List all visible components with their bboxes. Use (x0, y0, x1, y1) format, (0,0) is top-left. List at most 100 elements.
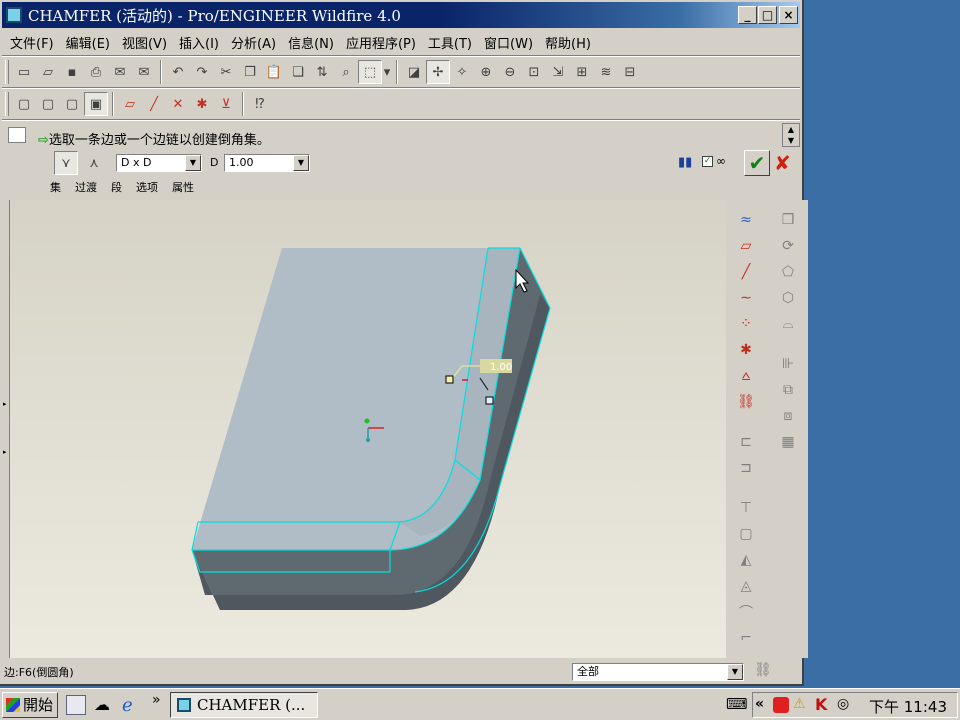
pattern-icon[interactable]: ⊏ (732, 430, 760, 454)
menu-analysis[interactable]: 分析(A) (225, 33, 282, 52)
wireframe-icon[interactable]: ▢ (12, 92, 36, 116)
left-sash[interactable]: ▸ ▸ (2, 200, 10, 658)
edge-chamfer-icon[interactable]: ⋎ (54, 151, 78, 175)
task-button-chamfer[interactable]: CHAMFER (... (170, 692, 318, 718)
close-button[interactable]: × (779, 6, 798, 24)
context-help-icon[interactable]: ⁉ (248, 92, 272, 116)
dropdown-arrow-icon[interactable]: ▾ (382, 60, 392, 84)
layers-icon[interactable]: ≋ (594, 60, 618, 84)
chain-icon[interactable]: ⛓ (732, 390, 760, 414)
paste-icon[interactable]: 📋 (262, 60, 286, 84)
chevron-down-icon[interactable]: ▼ (293, 155, 309, 171)
cut-icon[interactable]: ✂ (214, 60, 238, 84)
tab-options[interactable]: 选项 (136, 179, 158, 195)
new-file-icon[interactable]: ▭ (12, 60, 36, 84)
tab-transitions[interactable]: 过渡 (75, 179, 97, 195)
menu-insert[interactable]: 插入(I) (173, 33, 225, 52)
rib-icon[interactable]: ◭ (732, 548, 760, 572)
offset-icon[interactable]: ⧈ (774, 404, 802, 428)
find-icon[interactable]: ⌕ (334, 60, 358, 84)
show-desktop-icon[interactable] (66, 695, 86, 715)
maximize-button[interactable]: □ (758, 6, 777, 24)
coordinate-system-icon[interactable]: ✱ (732, 338, 760, 362)
send-mail-icon[interactable]: ✉ (108, 60, 132, 84)
preview-checkbox[interactable]: ✓ (702, 156, 713, 167)
save-icon[interactable]: ▪ (60, 60, 84, 84)
menu-view[interactable]: 视图(V) (116, 33, 173, 52)
selection-filter-select[interactable]: 全部 ▼ (572, 663, 744, 681)
selection-box-icon[interactable]: ⬚ (358, 60, 382, 84)
shell-icon[interactable]: ▢ (732, 522, 760, 546)
hidden-line-icon[interactable]: ▢ (36, 92, 60, 116)
pause-icon[interactable]: ▮▮ (678, 155, 692, 170)
warning-icon[interactable]: ⚠ (793, 696, 806, 712)
merge-icon[interactable]: ⊪ (774, 352, 802, 376)
title-bar[interactable]: CHAMFER (活动的) - Pro/ENGINEER Wildfire 4.… (2, 2, 800, 28)
undo-icon[interactable]: ↶ (166, 60, 190, 84)
trim-icon[interactable]: ⧉ (774, 378, 802, 402)
refit-icon[interactable]: ⊡ (522, 60, 546, 84)
view-manager-icon[interactable]: ⊟ (618, 60, 642, 84)
menu-edit[interactable]: 编辑(E) (60, 33, 116, 52)
orient-mode-icon[interactable]: ✧ (450, 60, 474, 84)
start-button[interactable]: 開始 (2, 692, 58, 718)
model-viewport[interactable]: 1.00 (10, 200, 726, 658)
antivirus-icon[interactable] (773, 697, 789, 713)
paste-special-icon[interactable]: ❏ (286, 60, 310, 84)
tab-sets[interactable]: 集 (50, 179, 61, 195)
cancel-button[interactable]: ✘ (774, 151, 791, 175)
datum-point-icon[interactable]: ✕ (166, 92, 190, 116)
print-icon[interactable]: ⎙ (84, 60, 108, 84)
scheme-select[interactable]: D x D ▼ (116, 154, 202, 172)
tab-properties[interactable]: 属性 (172, 179, 194, 195)
hole-icon[interactable]: ⊤ (732, 496, 760, 520)
glasses-icon[interactable]: ∞ (716, 154, 726, 168)
menu-help[interactable]: 帮助(H) (539, 33, 597, 52)
chevron-down-icon[interactable]: ▼ (185, 155, 201, 171)
menu-window[interactable]: 窗口(W) (478, 33, 539, 52)
quicklaunch-chevron[interactable]: » (152, 692, 161, 708)
corner-chamfer-icon[interactable]: ⋏ (82, 151, 106, 175)
mirror-icon[interactable]: ⊐ (732, 456, 760, 480)
tray-chevron[interactable]: « (755, 696, 764, 712)
network-icon[interactable]: ☁ (94, 695, 114, 715)
menu-tools[interactable]: 工具(T) (422, 33, 478, 52)
shading-icon[interactable]: ▣ (84, 92, 108, 116)
copy-icon[interactable]: ❐ (238, 60, 262, 84)
internet-explorer-icon[interactable]: ℯ (122, 695, 142, 716)
menu-file[interactable]: 文件(F) (4, 33, 60, 52)
reorient-icon[interactable]: ⇲ (546, 60, 570, 84)
saved-views-icon[interactable]: ⊞ (570, 60, 594, 84)
volume-icon[interactable]: ◎ (837, 696, 849, 712)
send-mail-attach-icon[interactable]: ✉ (132, 60, 156, 84)
smart-filter-icon[interactable]: ⛓ (754, 662, 772, 678)
tab-pieces[interactable]: 段 (111, 179, 122, 195)
sweep-icon[interactable]: ⬠ (774, 260, 802, 284)
drag-handle[interactable] (485, 396, 494, 405)
keyboard-icon[interactable]: ⌨ (726, 695, 748, 713)
no-hidden-icon[interactable]: ▢ (60, 92, 84, 116)
datum-axis-icon[interactable]: ╱ (142, 92, 166, 116)
graphics-window[interactable]: 1.00 (10, 200, 726, 658)
k-app-icon[interactable]: K (815, 695, 827, 714)
message-scroll[interactable]: ▲ ▼ (782, 123, 800, 147)
boundary-icon[interactable]: ⌓ (774, 312, 802, 336)
menu-info[interactable]: 信息(N) (282, 33, 340, 52)
draft-icon[interactable]: ◬ (732, 574, 760, 598)
ok-button[interactable]: ✔ (744, 150, 770, 176)
sketch-tool-icon[interactable]: ≈ (732, 208, 760, 232)
round-icon[interactable]: ⌒ (732, 600, 760, 624)
analysis-feature-icon[interactable]: ⩟ (732, 364, 760, 388)
open-folder-icon[interactable]: ▱ (36, 60, 60, 84)
coordinate-system-icon[interactable]: ✱ (190, 92, 214, 116)
revolve-icon[interactable]: ⟳ (774, 234, 802, 258)
spin-center-icon[interactable]: ✢ (426, 60, 450, 84)
regenerate-icon[interactable]: ⇅ (310, 60, 334, 84)
redo-icon[interactable]: ↷ (190, 60, 214, 84)
menu-applications[interactable]: 应用程序(P) (340, 33, 422, 52)
extrude-icon[interactable]: ❒ (774, 208, 802, 232)
minimize-button[interactable]: _ (738, 6, 757, 24)
datum-curve-icon[interactable]: ∼ (732, 286, 760, 310)
toolbar-grip[interactable] (5, 92, 9, 116)
repaint-icon[interactable]: ◪ (402, 60, 426, 84)
